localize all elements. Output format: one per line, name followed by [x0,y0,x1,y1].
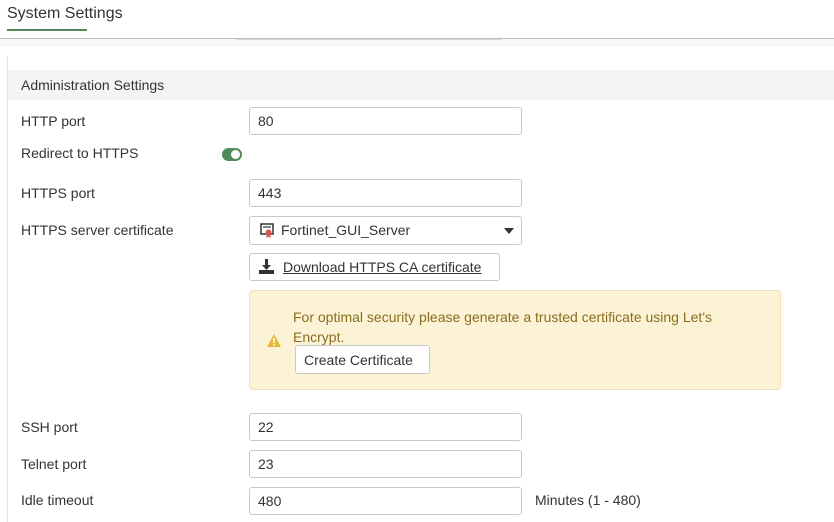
telnet-port-label: Telnet port [21,456,87,472]
ssh-port-label: SSH port [21,419,78,435]
certificate-icon [260,223,274,238]
section-title: Administration Settings [21,77,165,93]
https-port-label: HTTPS port [21,185,95,201]
create-certificate-label: Create Certificate [304,352,413,368]
redirect-https-label: Redirect to HTTPS [21,145,139,161]
http-port-label: HTTP port [21,113,86,129]
idle-timeout-hint: Minutes (1 - 480) [535,492,641,508]
idle-timeout-label: Idle timeout [21,492,94,508]
redirect-https-toggle[interactable] [222,148,242,161]
section-header: Administration Settings [8,70,834,100]
section-border [7,56,8,522]
top-bar: System Settings [0,0,834,39]
download-icon [259,259,274,274]
create-certificate-button[interactable]: Create Certificate [295,345,430,374]
telnet-port-input[interactable] [249,450,522,478]
ssh-port-input[interactable] [249,413,522,441]
toggle-knob [231,150,240,159]
warning-icon [267,334,281,347]
https-cert-select[interactable]: Fortinet_GUI_Server [249,216,522,245]
page-title-tab[interactable]: System Settings [7,5,123,23]
idle-timeout-input[interactable] [249,487,522,515]
https-cert-label: HTTPS server certificate [21,222,174,238]
warning-text: For optimal security please generate a t… [293,309,712,345]
download-ca-cert-label: Download HTTPS CA certificate [283,259,482,275]
http-port-input[interactable] [249,107,522,135]
strip-divider [236,39,502,40]
https-port-input[interactable] [249,179,522,207]
https-cert-value: Fortinet_GUI_Server [281,222,411,238]
chevron-down-icon [504,228,514,234]
active-tab-indicator [7,29,87,31]
download-ca-cert-button[interactable]: Download HTTPS CA certificate [249,253,500,281]
sub-strip [0,39,834,47]
letsencrypt-warning: For optimal security please generate a t… [249,290,781,390]
